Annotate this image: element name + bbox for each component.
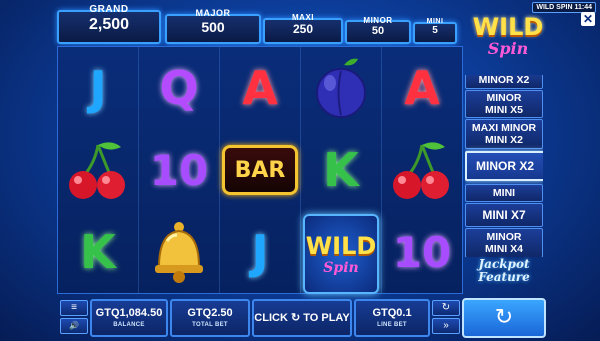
ladder-item: MAXI MINOR MINI X2: [465, 119, 543, 149]
menu-icon: ≡: [71, 302, 77, 313]
symbol-10-number: 10: [392, 227, 452, 277]
spin-icon: ↻: [494, 304, 514, 329]
total-bet-label: TOTAL BET: [192, 322, 228, 328]
balance-panel: GTQ1,084.50 BALANCE: [90, 299, 168, 337]
symbol-j: J: [220, 211, 300, 293]
cherry-icon: [69, 142, 125, 199]
ladder-item-line: MAXI MINOR: [471, 122, 537, 134]
symbol-bar: BAR: [220, 129, 300, 211]
logo-spin-text: Spin: [487, 39, 529, 58]
wild-symbol-spin: Spin: [323, 260, 359, 276]
ladder-item-line: MINOR X2: [475, 159, 534, 173]
ladder-item-line: MINOR: [486, 92, 522, 104]
reel-3: A BAR J: [220, 47, 301, 293]
ladder-item: MINOR X2: [465, 75, 543, 89]
jackpot-maxi: MAXI 250: [263, 13, 343, 44]
cherry-icon: [393, 142, 449, 199]
jackpot-grand: GRAND 2,500: [57, 4, 161, 44]
jackpot-bar: GRAND 2,500 MAJOR 500 MAXI 250 MINOR 50 …: [57, 0, 459, 44]
total-bet-value: GTQ2.50: [187, 307, 233, 319]
click-to-play-button[interactable]: CLICK ↻ TO PLAY: [252, 299, 352, 337]
jackpot-minor-value: 50: [371, 25, 385, 37]
line-bet-label: LINE BET: [377, 322, 407, 328]
sound-button[interactable]: 🔊: [60, 318, 88, 334]
line-bet-panel[interactable]: GTQ0.1 LINE BET: [354, 299, 430, 337]
ladder-item-line: MINI X5: [485, 104, 523, 116]
symbol-j-letter: J: [251, 225, 269, 279]
jackpot-minor-label: MINOR: [363, 16, 393, 25]
ladder-item-line: MINOR: [486, 231, 522, 243]
symbol-bell: [139, 211, 219, 293]
wild-symbol-word: WILD: [305, 232, 377, 260]
game-logo: WILD Spin: [470, 14, 546, 70]
reel-4: K WILD Spin: [301, 47, 382, 295]
reel-1: J K: [58, 47, 139, 293]
sound-icon: 🔊: [69, 321, 79, 330]
jackpot-mini-value: 5: [432, 25, 438, 36]
ladder-item: MINI X7: [465, 203, 543, 227]
jackpot-major: MAJOR 500: [165, 8, 261, 44]
symbol-cherry: [382, 129, 462, 211]
menu-button[interactable]: ≡: [60, 300, 88, 316]
jackpot-grand-label: GRAND: [89, 4, 129, 15]
jackpot-major-value: 500: [201, 19, 225, 35]
ladder-item: MINI: [465, 184, 543, 202]
symbol-a-letter: A: [242, 61, 278, 115]
symbol-plum: [301, 47, 381, 129]
ladder-item-line: MINI X2: [485, 134, 523, 146]
fast-forward-icon: »: [443, 320, 449, 331]
symbol-k: K: [58, 211, 138, 293]
symbol-q: Q: [139, 47, 219, 129]
symbol-wild: WILD Spin: [301, 213, 381, 295]
spin-button[interactable]: ↻: [462, 298, 546, 338]
symbol-j-letter: J: [89, 61, 107, 115]
ladder-item-line: MINOR X2: [478, 75, 530, 86]
symbol-j: J: [58, 47, 138, 129]
symbol-k: K: [301, 129, 381, 211]
jackpot-mini-label: MINI: [426, 18, 444, 25]
symbol-a: A: [220, 47, 300, 129]
ladder-item-line: MINI X7: [482, 208, 526, 222]
symbol-cherry: [58, 129, 138, 211]
jackpot-feature-badge: Jackpot Feature: [466, 258, 542, 294]
symbol-10-number: 10: [149, 145, 209, 195]
ladder-item-line: MINI: [492, 187, 516, 199]
bell-icon: [155, 222, 203, 283]
total-bet-panel[interactable]: GTQ2.50 TOTAL BET: [170, 299, 250, 337]
jackpot-maxi-value: 250: [292, 22, 314, 36]
fast-play-button[interactable]: »: [432, 318, 460, 334]
ladder-item: MINOR MINI X4: [465, 228, 543, 257]
symbol-bar-text: BAR: [222, 145, 298, 195]
jackpot-major-label: MAJOR: [195, 8, 231, 18]
balance-label: BALANCE: [113, 322, 145, 328]
logo-wild-text: WILD: [472, 13, 544, 41]
ladder-item-line: MINI X4: [485, 243, 523, 255]
symbol-a: A: [382, 47, 462, 129]
reel-5: A 10: [382, 47, 462, 293]
symbol-k-letter: K: [80, 225, 116, 279]
plum-icon: [316, 58, 366, 118]
jackpot-feature-line2: Feature: [478, 270, 530, 284]
line-bet-value: GTQ0.1: [372, 307, 412, 319]
reel-grid: J K Q 10 A BAR J K WILD Spin A 10: [57, 46, 463, 294]
wild-symbol-frame: WILD Spin: [303, 214, 379, 294]
symbol-10: 10: [382, 211, 462, 293]
jackpot-ladder: MINOR X2 MINOR MINI X5 MAXI MINOR MINI X2 …: [465, 75, 543, 257]
symbol-k-letter: K: [323, 143, 359, 197]
jackpot-grand-value: 2,500: [88, 16, 130, 33]
symbol-10: 10: [139, 129, 219, 211]
autoplay-button[interactable]: ↻: [432, 300, 460, 316]
reel-2: Q 10: [139, 47, 220, 293]
ladder-item-current: MINOR X2: [465, 151, 543, 181]
jackpot-maxi-label: MAXI: [292, 13, 314, 22]
ladder-item: MINOR MINI X5: [465, 90, 543, 118]
click-to-play-label: CLICK ↻ TO PLAY: [254, 312, 350, 324]
symbol-a-letter: A: [404, 61, 440, 115]
jackpot-minor: MINOR 50: [345, 16, 411, 44]
symbol-q-letter: Q: [159, 61, 199, 115]
jackpot-mini: MINI 5: [413, 18, 457, 44]
close-icon[interactable]: ✕: [581, 12, 595, 26]
autoplay-icon: ↻: [441, 302, 451, 313]
balance-value: GTQ1,084.50: [95, 307, 163, 319]
